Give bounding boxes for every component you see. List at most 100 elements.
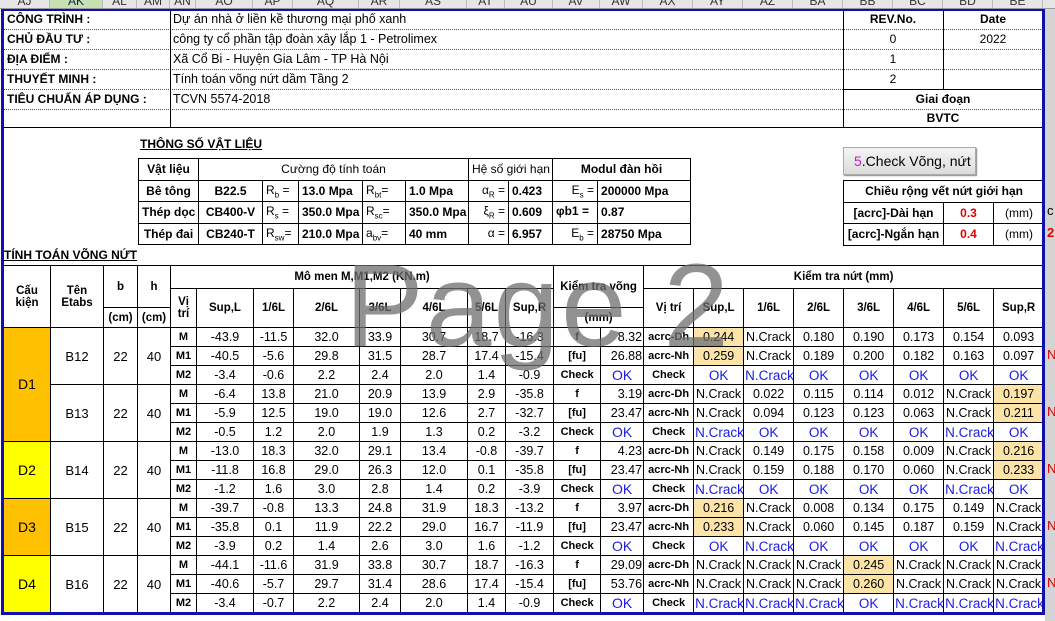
crack-check: OK: [693, 365, 745, 385]
crack-check: OK: [893, 536, 945, 556]
moment-value: -3.9: [196, 536, 254, 556]
limit-unit: (mm): [992, 201, 1046, 224]
material-name: Bê tông: [138, 179, 199, 202]
crack-row-label: acrc-Nh: [643, 574, 695, 594]
info-value[interactable]: Dự án nhà ở liền kề thương mại phố xanh: [173, 10, 406, 29]
deflection-label: f: [553, 384, 602, 404]
header-crack-station: 5/6L: [943, 288, 995, 328]
info-row: THUYẾT MINH : Tính toán võng nứt dầm Tầng…: [3, 70, 1043, 90]
deflection-label: Check: [553, 593, 602, 613]
column-header[interactable]: BA: [793, 0, 843, 8]
crack-value: 0.094: [743, 403, 795, 423]
crack-limit-title: Chiều rộng vết nứt giới hạn: [842, 180, 1046, 203]
crack-value: N.Crack: [693, 441, 745, 461]
moment-value: 29.0: [400, 517, 468, 537]
beam-width: 22: [103, 555, 138, 613]
moment-type: M: [170, 555, 197, 575]
info-value[interactable]: TCVN 5574-2018: [173, 90, 270, 109]
column-header[interactable]: AP: [253, 0, 293, 8]
symbol-eq: =: [583, 182, 595, 197]
crack-check: OK: [793, 365, 845, 385]
column-header[interactable]: AR: [359, 0, 400, 8]
limit-value-short: 0.4: [943, 223, 994, 246]
crack-value: N.Crack: [993, 574, 1045, 594]
crack-value: 0.175: [793, 441, 845, 461]
crack-value: 0.187: [893, 517, 945, 537]
deflection-value: 29.09: [600, 555, 645, 575]
check-deflection-crack-button[interactable]: 5.Check Võng, nứt: [843, 147, 976, 175]
moment-value: 18.7: [467, 555, 506, 575]
value: 0.87: [597, 201, 692, 224]
crack-value: N.Crack: [693, 555, 745, 575]
moment-value: 0.1: [467, 460, 506, 480]
info-value[interactable]: Xã Cổ Bi - Huyện Gia Lâm - TP Hà Nội: [173, 50, 389, 69]
column-header[interactable]: AQ: [293, 0, 359, 8]
moment-value: -11.6: [253, 555, 294, 575]
crack-value: 0.115: [793, 384, 845, 404]
beam-width: 22: [103, 384, 138, 442]
crack-row-label: acrc-Nh: [643, 346, 695, 366]
symbol-eq: =: [382, 204, 390, 219]
column-header[interactable]: AO: [196, 0, 253, 8]
column-header[interactable]: AM: [137, 0, 170, 8]
moment-type: M2: [170, 536, 197, 556]
symbol-eq: =: [278, 204, 290, 219]
beam-width: 22: [103, 498, 138, 556]
column-header[interactable]: AJ: [0, 0, 50, 8]
crack-row-label: acrc-Nh: [643, 403, 695, 423]
rev-date: 2022: [979, 32, 1007, 46]
column-header[interactable]: BC: [893, 0, 943, 8]
moment-value: 33.8: [359, 555, 401, 575]
deflection-value: 3.19: [600, 384, 645, 404]
moment-value: 12.5: [253, 403, 294, 423]
column-header[interactable]: AZ: [743, 0, 793, 8]
column-header[interactable]: AL: [103, 0, 137, 8]
column-header[interactable]: AS: [400, 0, 467, 8]
beam-height: 40: [137, 327, 171, 385]
crack-check: OK: [693, 536, 745, 556]
column-header[interactable]: AN: [170, 0, 196, 8]
materials-table: Vật liệu Cường độ tính toán Hệ số giới h…: [138, 158, 692, 245]
crack-value: 0.134: [843, 498, 895, 518]
crack-row-label: Check: [643, 536, 695, 556]
moment-value: 29.0: [293, 460, 360, 480]
column-header[interactable]: AW: [600, 0, 643, 8]
column-header[interactable]: AY: [693, 0, 743, 8]
header-crack-station: 2/6L: [793, 288, 845, 328]
info-value[interactable]: Tính toán võng nứt dầm Tầng 2: [173, 70, 349, 89]
moment-value: -3.9: [504, 479, 555, 499]
button-label: .Check Võng, nứt: [861, 153, 971, 169]
moment-value: -5.9: [196, 403, 254, 423]
moment-value: -15.4: [504, 346, 555, 366]
info-value[interactable]: công ty cổ phần tập đoàn xây lắp 1 - Pet…: [173, 30, 437, 49]
crack-value: 0.154: [943, 327, 995, 347]
crack-row-label: acrc-Nh: [643, 460, 695, 480]
column-header[interactable]: AT: [467, 0, 505, 8]
deflection-label: [fu]: [553, 460, 602, 480]
moment-type: M1: [170, 403, 197, 423]
beam-name: B15: [50, 498, 104, 556]
column-header[interactable]: BD: [943, 0, 993, 8]
column-header[interactable]: BB: [843, 0, 893, 8]
symbol: αR =: [468, 179, 509, 202]
column-header[interactable]: AX: [643, 0, 693, 8]
moment-type: M: [170, 441, 197, 461]
moment-value: -3.2: [504, 422, 555, 442]
crack-check: OK: [743, 479, 795, 499]
crack-value: N.Crack: [693, 384, 745, 404]
crack-check: N.Crack: [943, 422, 995, 442]
header-station: 4/6L: [400, 288, 468, 328]
column-header[interactable]: AV: [553, 0, 600, 8]
crack-value: 0.022: [743, 384, 795, 404]
deflection-value: 4.23: [600, 441, 645, 461]
crack-value: 0.200: [843, 346, 895, 366]
crack-value: 0.145: [843, 517, 895, 537]
crack-value: N.Crack: [693, 403, 745, 423]
moment-value: -0.8: [467, 441, 506, 461]
column-header[interactable]: BE: [993, 0, 1043, 8]
column-header[interactable]: AK: [50, 0, 103, 8]
moment-value: 28.6: [400, 574, 468, 594]
beam-width: 22: [103, 327, 138, 385]
material-name: Thép đai: [138, 222, 199, 245]
column-header[interactable]: AU: [505, 0, 553, 8]
